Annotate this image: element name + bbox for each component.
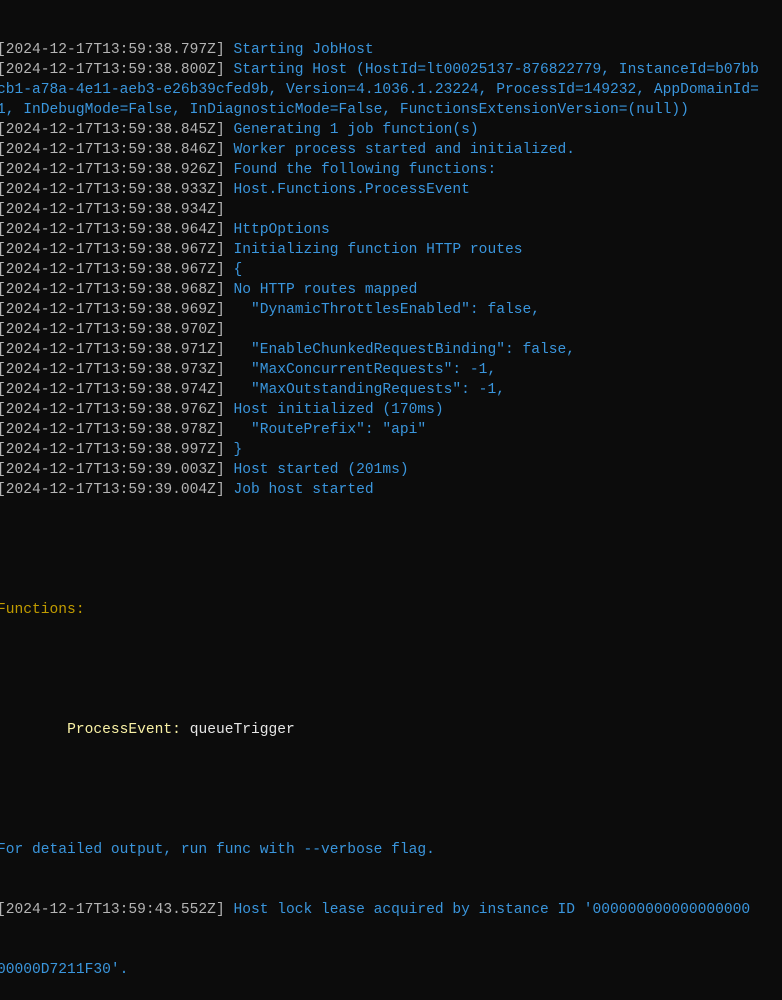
log-message: Starting JobHost: [233, 42, 374, 58]
log-message: }: [233, 442, 243, 458]
log-timestamp: [2024-12-17T13:59:38.973Z]: [0, 362, 234, 378]
log-timestamp: [2024-12-17T13:59:38.976Z]: [0, 402, 234, 418]
log-line: [2024-12-17T13:59:38.974Z] "MaxOutstandi…: [0, 380, 759, 400]
log-line: [2024-12-17T13:59:38.964Z] HttpOptions: [0, 220, 759, 240]
log-line: [2024-12-17T13:59:38.800Z] Starting Host…: [0, 60, 759, 80]
log-line: [2024-12-17T13:59:38.845Z] Generating 1 …: [0, 120, 759, 140]
log-message: Worker process started and initialized.: [233, 142, 576, 158]
log-message: Host.Functions.ProcessEvent: [233, 182, 470, 198]
log-timestamp: [2024-12-17T13:59:38.968Z]: [0, 282, 234, 298]
log-timestamp: [2024-12-17T13:59:38.934Z]: [0, 202, 225, 218]
log-line: [2024-12-17T13:59:38.934Z]: [0, 200, 759, 220]
log-message: Generating 1 job function(s): [233, 122, 479, 138]
function-name: ProcessEvent:: [67, 722, 181, 738]
log-timestamp: [2024-12-17T13:59:38.997Z]: [0, 442, 234, 458]
log-message: "MaxConcurrentRequests": -1,: [233, 362, 497, 378]
log-timestamp: [2024-12-17T13:59:38.797Z]: [0, 42, 234, 58]
log-line: [2024-12-17T13:59:38.971Z] "EnableChunke…: [0, 340, 759, 360]
log-message: Starting Host (HostId=lt00025137-8768227…: [233, 62, 759, 78]
log-message: Host started (201ms): [233, 462, 409, 478]
log-timestamp: [2024-12-17T13:59:38.970Z]: [0, 322, 225, 338]
log-line: cb1-a78a-4e11-aeb3-e26b39cfed9b, Version…: [0, 80, 759, 100]
log-message: Host initialized (170ms): [233, 402, 444, 418]
log-line-host-lock: [2024-12-17T13:59:43.552Z] Host lock lea…: [0, 900, 759, 920]
functions-heading: Functions:: [0, 602, 85, 618]
log-timestamp: [2024-12-17T13:59:38.845Z]: [0, 122, 234, 138]
log-line: [2024-12-17T13:59:38.978Z] "RoutePrefix"…: [0, 420, 759, 440]
log-timestamp: [2024-12-17T13:59:38.969Z]: [0, 302, 234, 318]
log-line: [2024-12-17T13:59:38.933Z] Host.Function…: [0, 180, 759, 200]
log-message: 1, InDebugMode=False, InDiagnosticMode=F…: [0, 102, 689, 118]
log-message: Job host started: [233, 482, 374, 498]
log-lines: [2024-12-17T13:59:38.797Z] Starting JobH…: [0, 40, 759, 500]
log-timestamp: [2024-12-17T13:59:38.978Z]: [0, 422, 234, 438]
log-line: [2024-12-17T13:59:38.970Z]: [0, 320, 759, 340]
log-message: "MaxOutstandingRequests": -1,: [233, 382, 505, 398]
log-message: "EnableChunkedRequestBinding": false,: [233, 342, 576, 358]
terminal-output: [2024-12-17T13:59:38.797Z] Starting JobH…: [0, 0, 759, 1000]
log-line: [2024-12-17T13:59:38.967Z] Initializing …: [0, 240, 759, 260]
log-line: [2024-12-17T13:59:38.846Z] Worker proces…: [0, 140, 759, 160]
log-message: {: [233, 262, 243, 278]
log-line: [2024-12-17T13:59:38.976Z] Host initiali…: [0, 400, 759, 420]
log-line: [2024-12-17T13:59:39.004Z] Job host star…: [0, 480, 759, 500]
log-timestamp: [2024-12-17T13:59:39.003Z]: [0, 462, 234, 478]
log-message: Initializing function HTTP routes: [233, 242, 523, 258]
log-timestamp: [2024-12-17T13:59:38.846Z]: [0, 142, 234, 158]
log-message: No HTTP routes mapped: [233, 282, 418, 298]
log-timestamp: [2024-12-17T13:59:38.926Z]: [0, 162, 234, 178]
log-line: [2024-12-17T13:59:38.797Z] Starting JobH…: [0, 40, 759, 60]
log-line: [2024-12-17T13:59:38.997Z] }: [0, 440, 759, 460]
log-timestamp: [2024-12-17T13:59:38.800Z]: [0, 62, 234, 78]
log-timestamp: [2024-12-17T13:59:38.967Z]: [0, 242, 234, 258]
log-message: Found the following functions:: [233, 162, 497, 178]
function-trigger: queueTrigger: [189, 722, 295, 738]
log-line: [2024-12-17T13:59:38.969Z] "DynamicThrot…: [0, 300, 759, 320]
log-timestamp: [2024-12-17T13:59:43.552Z]: [0, 902, 234, 918]
log-timestamp: [2024-12-17T13:59:38.964Z]: [0, 222, 234, 238]
log-timestamp: [2024-12-17T13:59:39.004Z]: [0, 482, 234, 498]
log-message: "DynamicThrottlesEnabled": false,: [233, 302, 540, 318]
log-timestamp: [2024-12-17T13:59:38.974Z]: [0, 382, 234, 398]
log-line: [2024-12-17T13:59:39.003Z] Host started …: [0, 460, 759, 480]
log-timestamp: [2024-12-17T13:59:38.933Z]: [0, 182, 234, 198]
log-timestamp: [2024-12-17T13:59:38.971Z]: [0, 342, 234, 358]
verbose-hint: For detailed output, run func with --ver…: [0, 842, 435, 858]
function-entry: ProcessEvent: queueTrigger: [0, 720, 759, 740]
log-message: Host lock lease acquired by instance ID …: [233, 902, 751, 918]
log-message: HttpOptions: [233, 222, 330, 238]
log-line: [2024-12-17T13:59:38.973Z] "MaxConcurren…: [0, 360, 759, 380]
log-message: "RoutePrefix": "api": [233, 422, 427, 438]
log-line: [2024-12-17T13:59:38.926Z] Found the fol…: [0, 160, 759, 180]
log-message: cb1-a78a-4e11-aeb3-e26b39cfed9b, Version…: [0, 82, 759, 98]
log-line-continuation: 00000D7211F30'.: [0, 962, 129, 978]
log-line: [2024-12-17T13:59:38.967Z] {: [0, 260, 759, 280]
log-line: 1, InDebugMode=False, InDiagnosticMode=F…: [0, 100, 759, 120]
log-timestamp: [2024-12-17T13:59:38.967Z]: [0, 262, 234, 278]
log-line: [2024-12-17T13:59:38.968Z] No HTTP route…: [0, 280, 759, 300]
